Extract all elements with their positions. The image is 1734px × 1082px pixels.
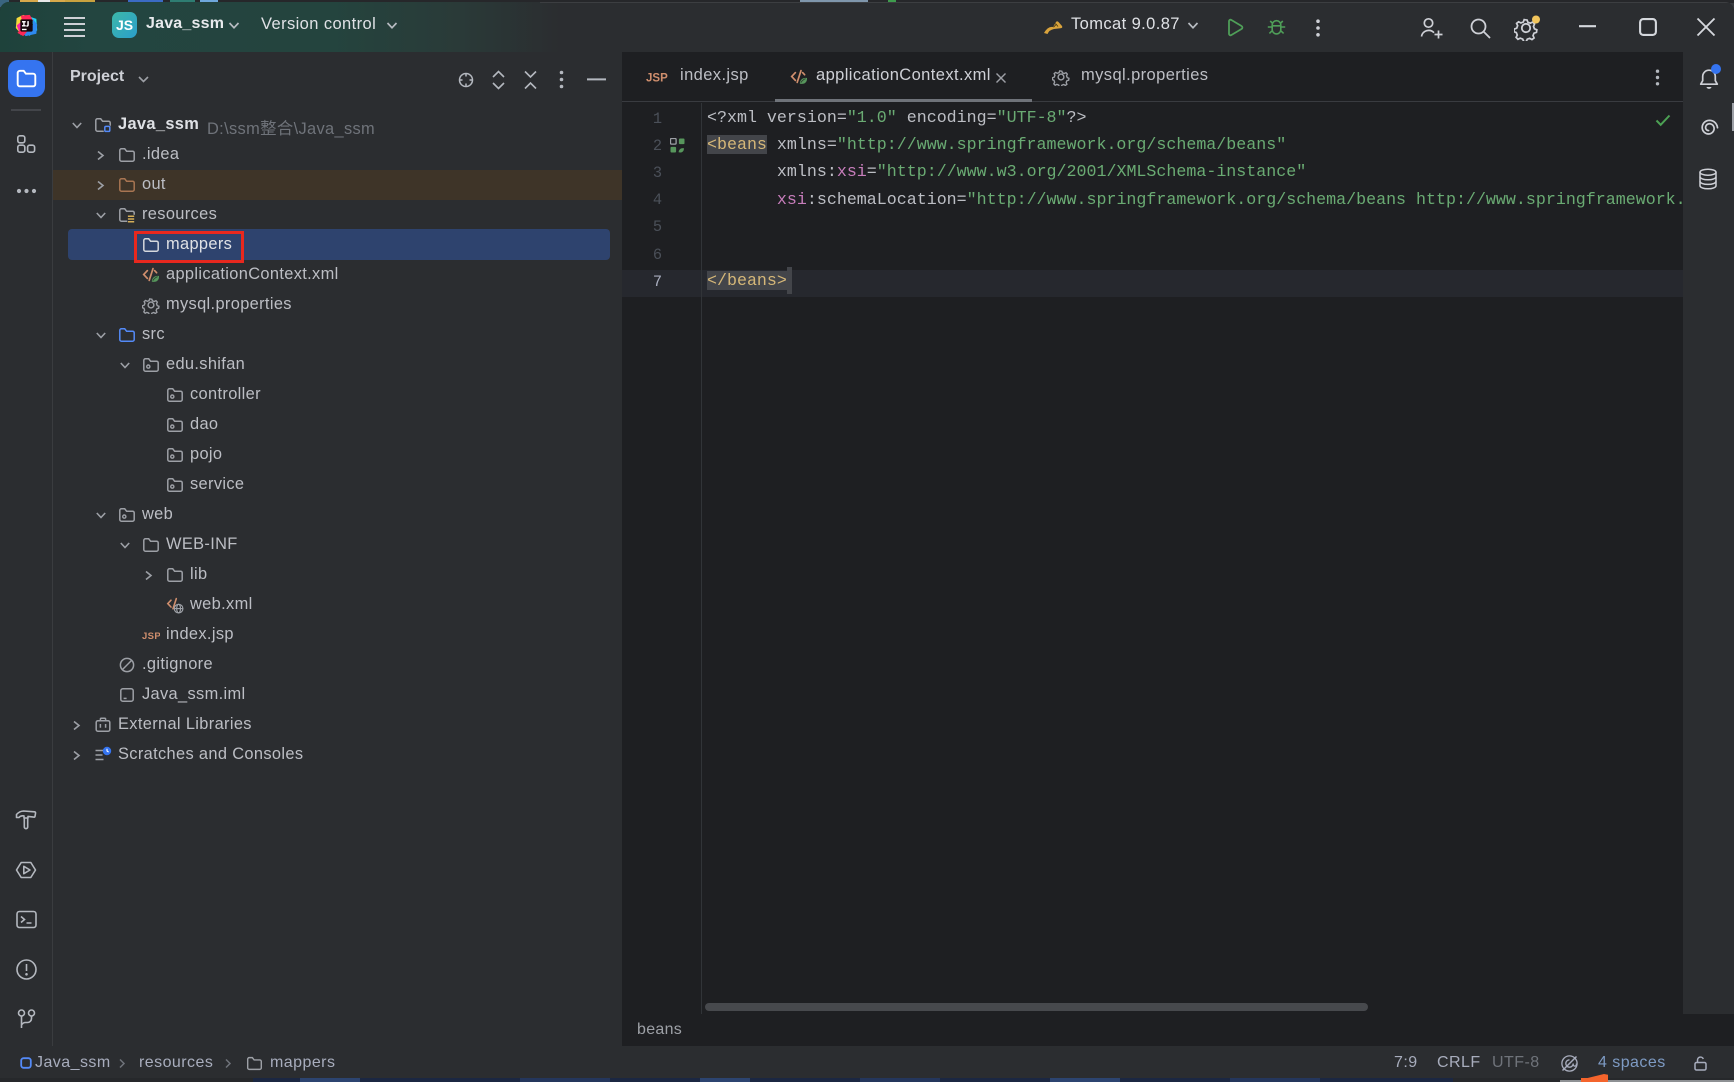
svg-text:JSP: JSP bbox=[646, 73, 668, 85]
